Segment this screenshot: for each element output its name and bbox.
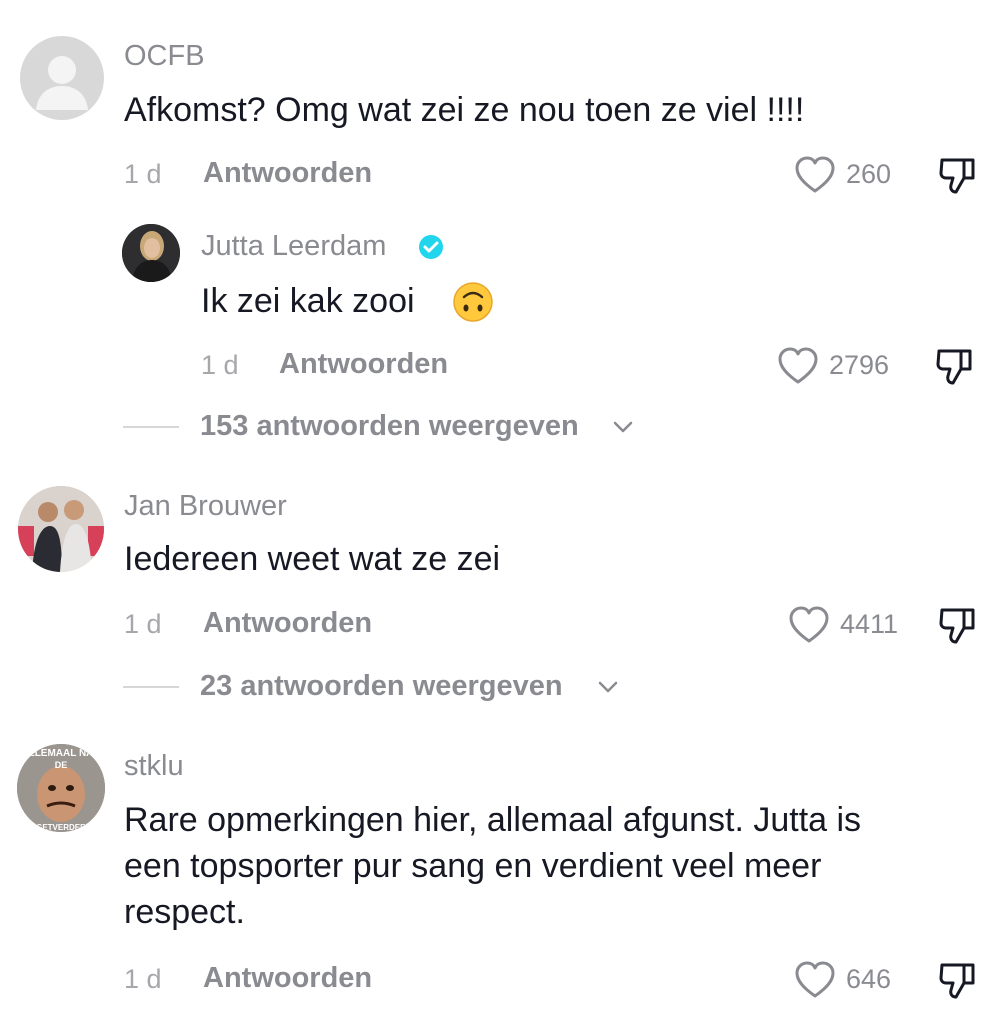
like-count: 260: [846, 159, 892, 189]
thumbs-down-icon[interactable]: [938, 961, 978, 1001]
thumbs-down-icon[interactable]: [938, 156, 978, 196]
upside-down-face-emoji: [452, 281, 494, 323]
comment-text-line: Rare opmerkingen hier, allemaal afgunst.…: [124, 801, 862, 839]
comment-text-line: een topsporter pur sang en verdient veel…: [124, 847, 822, 885]
heart-outline-icon[interactable]: [794, 960, 836, 1000]
avatar-ocfb[interactable]: [20, 36, 104, 120]
avatar-caption-top: LLEMAAL NA: [29, 748, 94, 759]
thumbs-down-icon[interactable]: [938, 606, 978, 646]
comment-time: 1 d: [124, 609, 162, 639]
avatar-caption-mid: DE: [55, 760, 68, 770]
comment-text: Ik zei kak zooi: [201, 282, 415, 320]
avatar-caption-bottom: GETVERDER: [36, 823, 86, 832]
comment-text: Afkomst? Omg wat zei ze nou toen ze viel…: [124, 91, 805, 129]
reply-button[interactable]: Antwoorden: [203, 157, 372, 190]
divider-line: [123, 686, 179, 688]
like-count: 2796: [829, 350, 890, 380]
heart-outline-icon[interactable]: [794, 155, 836, 195]
thumbs-down-icon[interactable]: [935, 347, 975, 387]
username[interactable]: Jan Brouwer: [124, 490, 287, 523]
divider-line: [123, 426, 179, 428]
comment-text-line: respect.: [124, 893, 245, 931]
comment-text: Iedereen weet wat ze zei: [124, 540, 501, 578]
default-avatar-icon: [36, 56, 88, 110]
heart-outline-icon[interactable]: [788, 605, 830, 645]
username[interactable]: stklu: [124, 750, 184, 783]
view-replies-button[interactable]: 23 antwoorden weergeven: [200, 670, 563, 703]
avatar-jutta[interactable]: [122, 224, 180, 282]
verified-badge-icon: [418, 234, 444, 260]
profile-photo: [18, 486, 104, 572]
like-count: 646: [846, 964, 892, 994]
username[interactable]: Jutta Leerdam: [201, 230, 386, 263]
comment-time: 1 d: [201, 350, 239, 380]
comment-time: 1 d: [124, 964, 162, 994]
heart-outline-icon[interactable]: [777, 346, 819, 386]
chevron-down-icon[interactable]: [612, 418, 634, 436]
profile-photo: LLEMAAL NA DE GETVERDER: [17, 744, 105, 832]
reply-button[interactable]: Antwoorden: [279, 348, 448, 381]
like-count: 4411: [840, 609, 899, 639]
username[interactable]: OCFB: [124, 40, 205, 73]
avatar-jan-brouwer[interactable]: [18, 486, 104, 572]
profile-photo: [122, 224, 180, 282]
reply-button[interactable]: Antwoorden: [203, 607, 372, 640]
view-replies-button[interactable]: 153 antwoorden weergeven: [200, 410, 579, 443]
reply-button[interactable]: Antwoorden: [203, 962, 372, 995]
chevron-down-icon[interactable]: [597, 678, 619, 696]
avatar-stklu[interactable]: LLEMAAL NA DE GETVERDER: [17, 744, 105, 832]
comment-time: 1 d: [124, 159, 162, 189]
